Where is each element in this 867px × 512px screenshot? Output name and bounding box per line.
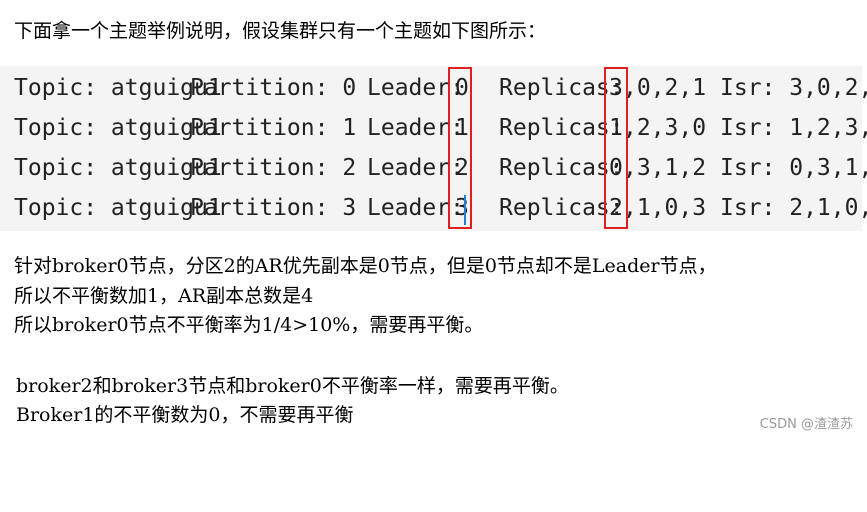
isr-value: Isr: 0,3,1,2 [720,155,867,181]
partition-id: Partition: 1 [190,115,357,141]
partition-id: Partition: 3 [190,195,357,221]
isr-value: Isr: 3,0,2,1 [720,75,867,101]
explanation-line: 所以broker0节点不平衡率为1/4>10%，需要再平衡。 [14,314,484,336]
isr-value: Isr: 1,2,3,0 [720,115,867,141]
explanation-line: 针对broker0节点，分区2的AR优先副本是0节点，但是0节点却不是Leade… [14,255,717,277]
partition-row: Topic: atguigu1 Partition: 0 Leader: 0 R… [14,72,867,104]
text-cursor [464,195,466,225]
replicas-rest: ,1,0,3 [623,195,707,221]
isr-value: Isr: 2,1,0,3 [720,195,867,221]
replicas-rest: ,2,3,0 [623,115,707,141]
explanation-line: Broker1的不平衡数为0，不需要再平衡 [16,404,354,426]
leader-column-highlight [448,67,472,229]
intro-text: 下面拿一个主题举例说明，假设集群只有一个主题如下图所示： [14,20,547,42]
explanation-line: broker2和broker3节点和broker0不平衡率一样，需要再平衡。 [16,375,569,397]
partition-row: Topic: atguigu1 Partition: 2 Leader: 2 R… [14,152,867,184]
topic-describe-output: Topic: atguigu1 Partition: 0 Leader: 0 R… [0,66,867,231]
preferred-replica-highlight [604,67,628,229]
csdn-watermark: CSDN @渣渣苏 [759,417,853,432]
partition-id: Partition: 0 [190,75,357,101]
partition-row: Topic: atguigu1 Partition: 3 Leader: 3 R… [14,192,867,224]
partition-row: Topic: atguigu1 Partition: 1 Leader: 1 R… [14,112,867,144]
replicas-rest: ,3,1,2 [623,155,707,181]
partition-id: Partition: 2 [190,155,357,181]
replicas-rest: ,0,2,1 [623,75,707,101]
explanation-line: 所以不平衡数加1，AR副本总数是4 [14,285,314,307]
